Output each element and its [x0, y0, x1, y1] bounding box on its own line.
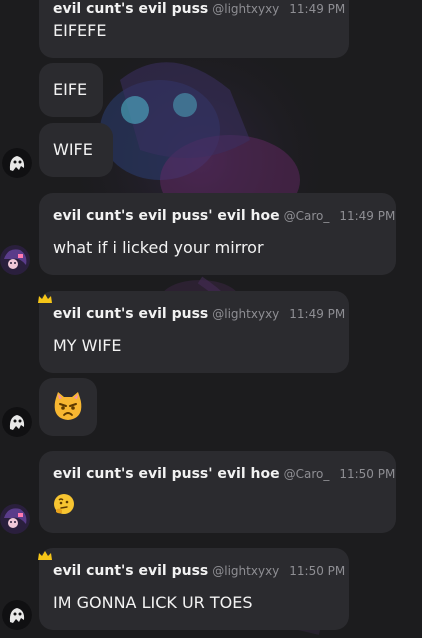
message-text: EIFE — [53, 80, 88, 99]
message-bubble[interactable]: EIFE — [39, 63, 103, 117]
author-name[interactable]: evil cunt's evil puss — [53, 563, 208, 579]
message-bubble[interactable]: evil cunt's evil puss @lightxyxy 11:50 PM … — [39, 548, 349, 630]
avatar-ghost[interactable] — [2, 148, 32, 178]
message-header: evil cunt's evil puss' evil hoe @Caro_ 11:… — [53, 207, 395, 225]
timestamp: 11:49 PM — [289, 2, 346, 16]
author-name[interactable]: evil cunt's evil puss' evil hoe — [53, 208, 280, 224]
author-name[interactable]: evil cunt's evil puss — [53, 1, 208, 17]
avatar-caro[interactable] — [0, 245, 30, 275]
timestamp: 11:50 PM — [339, 467, 396, 481]
timestamp: 11:49 PM — [289, 307, 346, 321]
message-header: evil cunt's evil puss @lightxyxy 11:49 PM — [53, 305, 345, 323]
author-handle: @Caro_ — [283, 467, 330, 481]
author-name[interactable]: evil cunt's evil puss' evil hoe — [53, 466, 280, 482]
author-handle: @Caro_ — [283, 209, 330, 223]
crown-icon — [37, 290, 53, 303]
message-bubble[interactable]: evil cunt's evil puss' evil hoe @Caro_ 11:… — [39, 193, 396, 275]
author-handle: @lightxyxy — [212, 307, 280, 321]
pouting-cat-emoji — [52, 390, 84, 426]
timestamp: 11:49 PM — [339, 209, 396, 223]
message-text: WIFE — [53, 140, 93, 159]
avatar-ghost[interactable] — [2, 600, 32, 630]
author-handle: @lightxyxy — [212, 2, 280, 16]
author-handle: @lightxyxy — [212, 564, 280, 578]
message-bubble[interactable]: evil cunt's evil puss @lightxyxy 11:49 PM … — [39, 291, 349, 373]
message-header: evil cunt's evil puss' evil hoe @Caro_ 11:… — [53, 465, 395, 483]
message-text: IM GONNA LICK UR TOES — [53, 593, 253, 612]
avatar-ghost[interactable] — [2, 407, 32, 437]
message-bubble[interactable]: evil cunt's evil puss @lightxyxy 11:49 PM … — [39, 0, 349, 58]
message-bubble[interactable] — [39, 378, 97, 436]
thinking-face-emoji — [53, 493, 75, 519]
crown-icon — [37, 547, 53, 560]
author-name[interactable]: evil cunt's evil puss — [53, 306, 208, 322]
message-text: MY WIFE — [53, 336, 122, 355]
message-text: EIFEFE — [53, 21, 107, 40]
message-bubble[interactable]: WIFE — [39, 123, 113, 177]
avatar-caro[interactable] — [0, 504, 30, 534]
message-bubble[interactable]: evil cunt's evil puss' evil hoe @Caro_ 11:… — [39, 451, 396, 533]
timestamp: 11:50 PM — [289, 564, 346, 578]
message-text: what if i licked your mirror — [53, 238, 264, 257]
message-header: evil cunt's evil puss @lightxyxy 11:50 PM — [53, 562, 345, 580]
message-header: evil cunt's evil puss @lightxyxy 11:49 PM — [53, 0, 345, 18]
